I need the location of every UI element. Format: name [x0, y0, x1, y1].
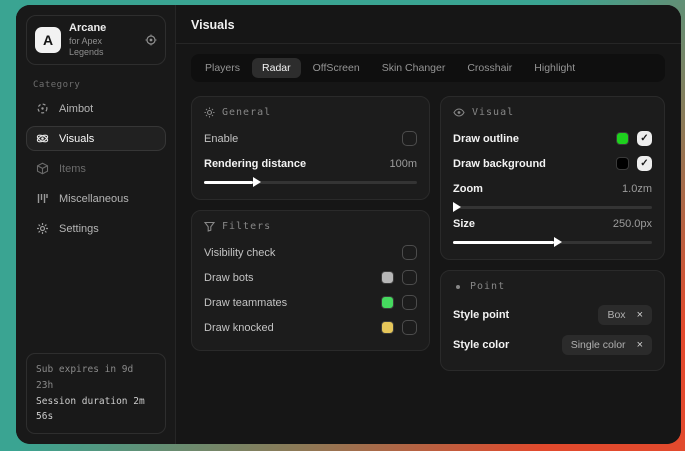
panel-title: General — [222, 107, 271, 118]
panel-point: Point Style point Box × Style color Sing… — [440, 270, 665, 371]
clear-icon[interactable]: × — [637, 340, 643, 351]
draw-bots-checkbox[interactable]: ✓ — [402, 270, 417, 285]
package-icon — [36, 162, 50, 175]
sun-icon — [204, 107, 215, 118]
enable-row: Enable ✓ — [204, 128, 417, 149]
main-area: Visuals Players Radar OffScreen Skin Cha… — [176, 5, 681, 444]
draw-bots-color-swatch[interactable] — [381, 271, 394, 284]
subscription-info: Sub expires in 9d 23h Session duration 2… — [26, 353, 166, 434]
draw-teammates-color-swatch[interactable] — [381, 296, 394, 309]
visibility-check-row: Visibility check ✓ — [204, 242, 417, 263]
tab-offscreen[interactable]: OffScreen — [303, 58, 370, 78]
slider-thumb[interactable] — [453, 202, 461, 212]
draw-bots-row: Draw bots ✓ — [204, 267, 417, 288]
draw-knocked-row: Draw knocked ✓ — [204, 317, 417, 338]
panel-general: General Enable ✓ Rendering distance 100m — [191, 96, 430, 200]
dot-icon — [453, 282, 463, 292]
zoom-value: 1.0zm — [622, 183, 652, 195]
style-point-select[interactable]: Box × — [598, 305, 652, 325]
session-duration-text: Session duration 2m 56s — [36, 394, 156, 425]
sidebar-nav: Aimbot Visuals Items Miscellaneous — [26, 96, 166, 241]
enable-checkbox[interactable]: ✓ — [402, 131, 417, 146]
main-header: Visuals — [176, 5, 681, 44]
tab-bar: Players Radar OffScreen Skin Changer Cro… — [191, 54, 665, 82]
sidebar-item-aimbot[interactable]: Aimbot — [26, 96, 166, 121]
draw-outline-color-swatch[interactable] — [616, 132, 629, 145]
page-title: Visuals — [191, 18, 665, 32]
sidebar-item-visuals[interactable]: Visuals — [26, 126, 166, 151]
draw-teammates-checkbox[interactable]: ✓ — [402, 295, 417, 310]
target-icon[interactable] — [145, 34, 157, 46]
crosshair-icon — [36, 102, 50, 115]
draw-background-color-swatch[interactable] — [616, 157, 629, 170]
tab-radar[interactable]: Radar — [252, 58, 301, 78]
app-logo: A — [35, 27, 61, 53]
clear-icon[interactable]: × — [637, 310, 643, 321]
size-row: Size 250.0px — [453, 213, 652, 234]
size-slider[interactable] — [453, 241, 652, 244]
sidebar-item-settings[interactable]: Settings — [26, 216, 166, 241]
content: General Enable ✓ Rendering distance 100m — [176, 82, 681, 371]
slider-thumb[interactable] — [253, 177, 261, 187]
style-color-value: Single color — [571, 339, 626, 351]
zoom-label: Zoom — [453, 183, 483, 195]
tab-players[interactable]: Players — [195, 58, 250, 78]
logo-card: A Arcane for Apex Legends — [26, 15, 166, 65]
app-title: Arcane — [69, 22, 137, 36]
app-subtitle: for Apex Legends — [69, 36, 137, 59]
rendering-distance-slider[interactable] — [204, 181, 417, 184]
style-color-row: Style color Single color × — [453, 332, 652, 358]
draw-background-row: Draw background ✓ — [453, 153, 652, 174]
panel-visual: Visual Draw outline ✓ Draw background — [440, 96, 665, 260]
eye-icon — [453, 107, 465, 118]
sidebar-item-label: Items — [59, 163, 86, 175]
tab-highlight[interactable]: Highlight — [524, 58, 585, 78]
style-point-value: Box — [607, 309, 625, 321]
draw-outline-checkbox[interactable]: ✓ — [637, 131, 652, 146]
tab-skin-changer[interactable]: Skin Changer — [372, 58, 456, 78]
tab-crosshair[interactable]: Crosshair — [457, 58, 522, 78]
app-window: A Arcane for Apex Legends Category Aimbo… — [16, 5, 681, 444]
panel-title: Filters — [222, 221, 271, 232]
visibility-check-checkbox[interactable]: ✓ — [402, 245, 417, 260]
category-label: Category — [33, 80, 166, 90]
sidebar: A Arcane for Apex Legends Category Aimbo… — [16, 5, 176, 444]
bars-icon — [36, 192, 50, 205]
sub-expiry-text: Sub expires in 9d 23h — [36, 362, 156, 393]
funnel-icon — [204, 221, 215, 232]
rendering-distance-row: Rendering distance 100m — [204, 153, 417, 174]
draw-knocked-checkbox[interactable]: ✓ — [402, 320, 417, 335]
sidebar-item-items[interactable]: Items — [26, 156, 166, 181]
sidebar-item-label: Visuals — [59, 133, 94, 145]
draw-knocked-color-swatch[interactable] — [381, 321, 394, 334]
panel-title: Visual — [472, 107, 514, 118]
sidebar-item-label: Settings — [59, 223, 99, 235]
draw-outline-row: Draw outline ✓ — [453, 128, 652, 149]
sidebar-item-label: Aimbot — [59, 103, 93, 115]
style-point-row: Style point Box × — [453, 302, 652, 328]
size-value: 250.0px — [613, 218, 652, 230]
enable-label: Enable — [204, 133, 238, 145]
zoom-row: Zoom 1.0zm — [453, 178, 652, 199]
style-color-select[interactable]: Single color × — [562, 335, 652, 355]
draw-teammates-row: Draw teammates ✓ — [204, 292, 417, 313]
sidebar-item-label: Miscellaneous — [59, 193, 129, 205]
draw-background-checkbox[interactable]: ✓ — [637, 156, 652, 171]
rendering-distance-value: 100m — [389, 158, 417, 170]
panel-filters: Filters Visibility check ✓ Draw bots ✓ — [191, 210, 430, 351]
rendering-distance-label: Rendering distance — [204, 158, 306, 170]
sidebar-item-miscellaneous[interactable]: Miscellaneous — [26, 186, 166, 211]
slider-thumb[interactable] — [554, 237, 562, 247]
zoom-slider[interactable] — [453, 206, 652, 209]
eye-icon — [36, 132, 50, 145]
panel-title: Point — [470, 281, 505, 292]
size-label: Size — [453, 218, 475, 230]
gear-icon — [36, 222, 50, 235]
